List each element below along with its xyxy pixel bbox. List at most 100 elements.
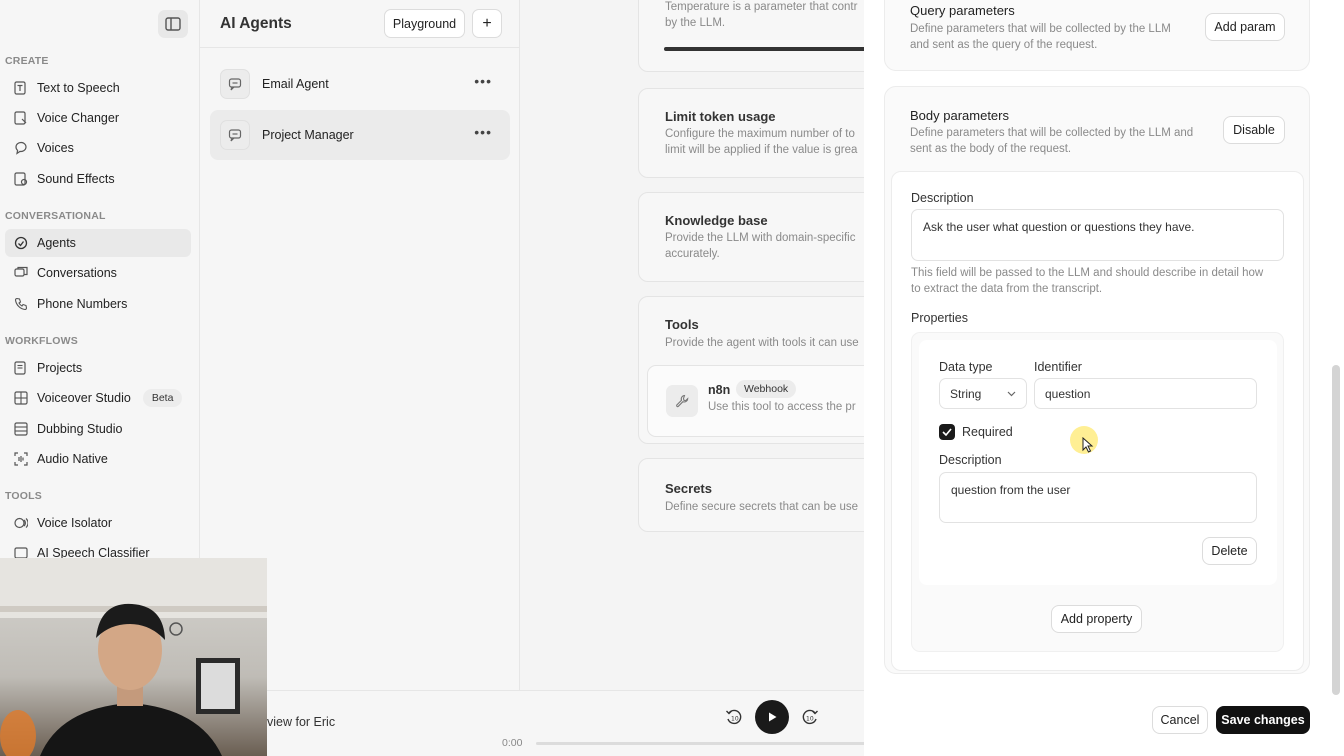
add-param-button[interactable]: Add param <box>1205 13 1285 41</box>
page-title: AI Agents <box>220 15 292 32</box>
delete-property-button[interactable]: Delete <box>1202 537 1257 565</box>
desc-line: accurately. <box>665 248 720 260</box>
sidebar-item-label: Text to Speech <box>37 81 120 95</box>
sidebar-item-text-to-speech[interactable]: Text to Speech <box>5 74 191 102</box>
body-parameters-card: Body parameters Define parameters that w… <box>884 86 1310 674</box>
desc-line: Provide the LLM with domain-specific <box>665 232 856 244</box>
sidebar-item-label: Audio Native <box>37 452 108 466</box>
query-parameters-card: Query parameters Define parameters that … <box>884 0 1310 71</box>
sidebar-toggle-button[interactable] <box>158 10 188 38</box>
secrets-title: Secrets <box>665 481 712 496</box>
sidebar-item-voice-isolator[interactable]: Voice Isolator <box>5 509 191 537</box>
sidebar-item-label: Phone Numbers <box>37 297 128 311</box>
data-type-select[interactable]: String <box>939 378 1027 409</box>
sidebar-item-audio-native[interactable]: Audio Native <box>5 445 191 473</box>
agent-config-panel: Temperature is a parameter that contr by… <box>520 0 864 690</box>
required-label: Required <box>962 425 1013 439</box>
voiceover-studio-icon <box>14 391 28 405</box>
description-label: Description <box>911 191 974 205</box>
drawer-scrollbar[interactable] <box>1332 365 1340 695</box>
body-parameters-form: Description Ask the user what question o… <box>891 171 1304 671</box>
disable-button[interactable]: Disable <box>1223 116 1285 144</box>
data-type-label: Data type <box>939 360 993 374</box>
tools-title: Tools <box>665 317 699 332</box>
description-textarea[interactable]: Ask the user what question or questions … <box>911 209 1284 261</box>
rewind-10-icon[interactable]: 10 <box>725 708 743 729</box>
audio-native-icon <box>14 452 28 466</box>
sidebar-item-label: Voiceover Studio <box>37 391 131 405</box>
temperature-card: Temperature is a parameter that contr by… <box>638 0 864 72</box>
sidebar-item-agents[interactable]: Agents <box>5 229 191 257</box>
temperature-description: Temperature is a parameter that contr by… <box>665 0 864 31</box>
section-create: CREATE <box>5 55 49 67</box>
desc-line: to extract the data from the transcript. <box>911 283 1103 295</box>
agent-name: Project Manager <box>262 128 354 142</box>
secrets-description: Define secure secrets that can be use <box>665 501 859 513</box>
knowledge-base-description: Provide the LLM with domain-specific acc… <box>665 230 864 262</box>
more-options-icon[interactable]: ••• <box>474 73 492 89</box>
agent-row-email-agent[interactable]: Email Agent ••• <box>210 59 510 109</box>
identifier-label: Identifier <box>1034 360 1082 374</box>
sidebar-item-phone-numbers[interactable]: Phone Numbers <box>5 290 191 318</box>
desc-line: Define parameters that will be collected… <box>910 23 1171 35</box>
agents-icon <box>14 236 28 250</box>
sidebar-item-label: Voice Isolator <box>37 516 113 530</box>
property-item: Data type String Identifier question Req… <box>919 340 1277 585</box>
section-workflows: WORKFLOWS <box>5 335 78 347</box>
play-button[interactable] <box>755 700 789 734</box>
svg-text:10: 10 <box>806 716 814 723</box>
sidebar-item-projects[interactable]: Projects <box>5 354 191 382</box>
desc-line: Temperature is a parameter that contr <box>665 1 858 13</box>
desc-line: sent as the body of the request. <box>910 143 1072 155</box>
desc-line: Define parameters that will be collected… <box>910 127 1194 139</box>
play-icon <box>769 712 777 722</box>
player-time: 0:00 <box>502 737 523 749</box>
voice-changer-icon <box>14 111 28 125</box>
more-options-icon[interactable]: ••• <box>474 124 492 140</box>
webhook-badge: Webhook <box>736 380 797 398</box>
voices-icon <box>14 141 28 155</box>
webcam-person-image <box>0 558 267 756</box>
temperature-slider[interactable] <box>664 47 864 51</box>
panel-toggle-icon <box>165 17 181 31</box>
tool-name: n8n <box>708 383 731 397</box>
tool-item-n8n[interactable]: n8n Webhook Use this tool to access the … <box>647 365 864 437</box>
tools-card: Tools Provide the agent with tools it ca… <box>638 296 864 444</box>
properties-label: Properties <box>911 311 968 325</box>
property-description-textarea[interactable]: question from the user <box>939 472 1257 523</box>
sidebar-item-dubbing-studio[interactable]: Dubbing Studio <box>5 415 191 443</box>
cancel-button[interactable]: Cancel <box>1152 706 1208 734</box>
dubbing-studio-icon <box>14 422 28 436</box>
chevron-down-icon <box>1007 391 1016 397</box>
data-type-value: String <box>950 387 982 401</box>
sidebar-item-sound-effects[interactable]: Sound Effects <box>5 165 191 193</box>
forward-10-icon[interactable]: 10 <box>801 708 819 729</box>
save-changes-button[interactable]: Save changes <box>1216 706 1310 734</box>
player-progress-bar[interactable] <box>536 742 866 745</box>
webcam-overlay <box>0 558 267 756</box>
query-parameters-description: Define parameters that will be collected… <box>910 21 1171 53</box>
wrench-icon <box>666 385 698 417</box>
playground-button[interactable]: Playground <box>384 9 465 38</box>
agent-chat-icon <box>220 69 250 99</box>
add-property-button[interactable]: Add property <box>1051 605 1142 633</box>
tool-description: Use this tool to access the pr <box>708 401 856 413</box>
required-checkbox[interactable] <box>939 424 955 440</box>
sidebar-item-label: Voice Changer <box>37 111 120 125</box>
sound-effects-icon <box>14 172 28 186</box>
properties-container: Data type String Identifier question Req… <box>911 332 1284 652</box>
add-agent-button[interactable]: + <box>472 9 502 38</box>
agent-row-project-manager[interactable]: Project Manager ••• <box>210 110 510 160</box>
limit-token-description: Configure the maximum number of to limit… <box>665 126 864 158</box>
mouse-cursor-icon <box>1082 437 1094 453</box>
conversations-icon <box>14 266 28 280</box>
identifier-input[interactable]: question <box>1034 378 1257 409</box>
svg-text:10: 10 <box>731 716 739 723</box>
check-icon <box>942 428 952 436</box>
sidebar-item-voices[interactable]: Voices <box>5 134 191 162</box>
sidebar-item-conversations[interactable]: Conversations <box>5 259 191 287</box>
phone-icon <box>14 297 28 311</box>
sidebar-item-voice-changer[interactable]: Voice Changer <box>5 104 191 132</box>
player-caption: view for Eric <box>267 715 336 729</box>
sidebar-item-voiceover-studio[interactable]: Voiceover Studio Beta <box>5 384 191 412</box>
